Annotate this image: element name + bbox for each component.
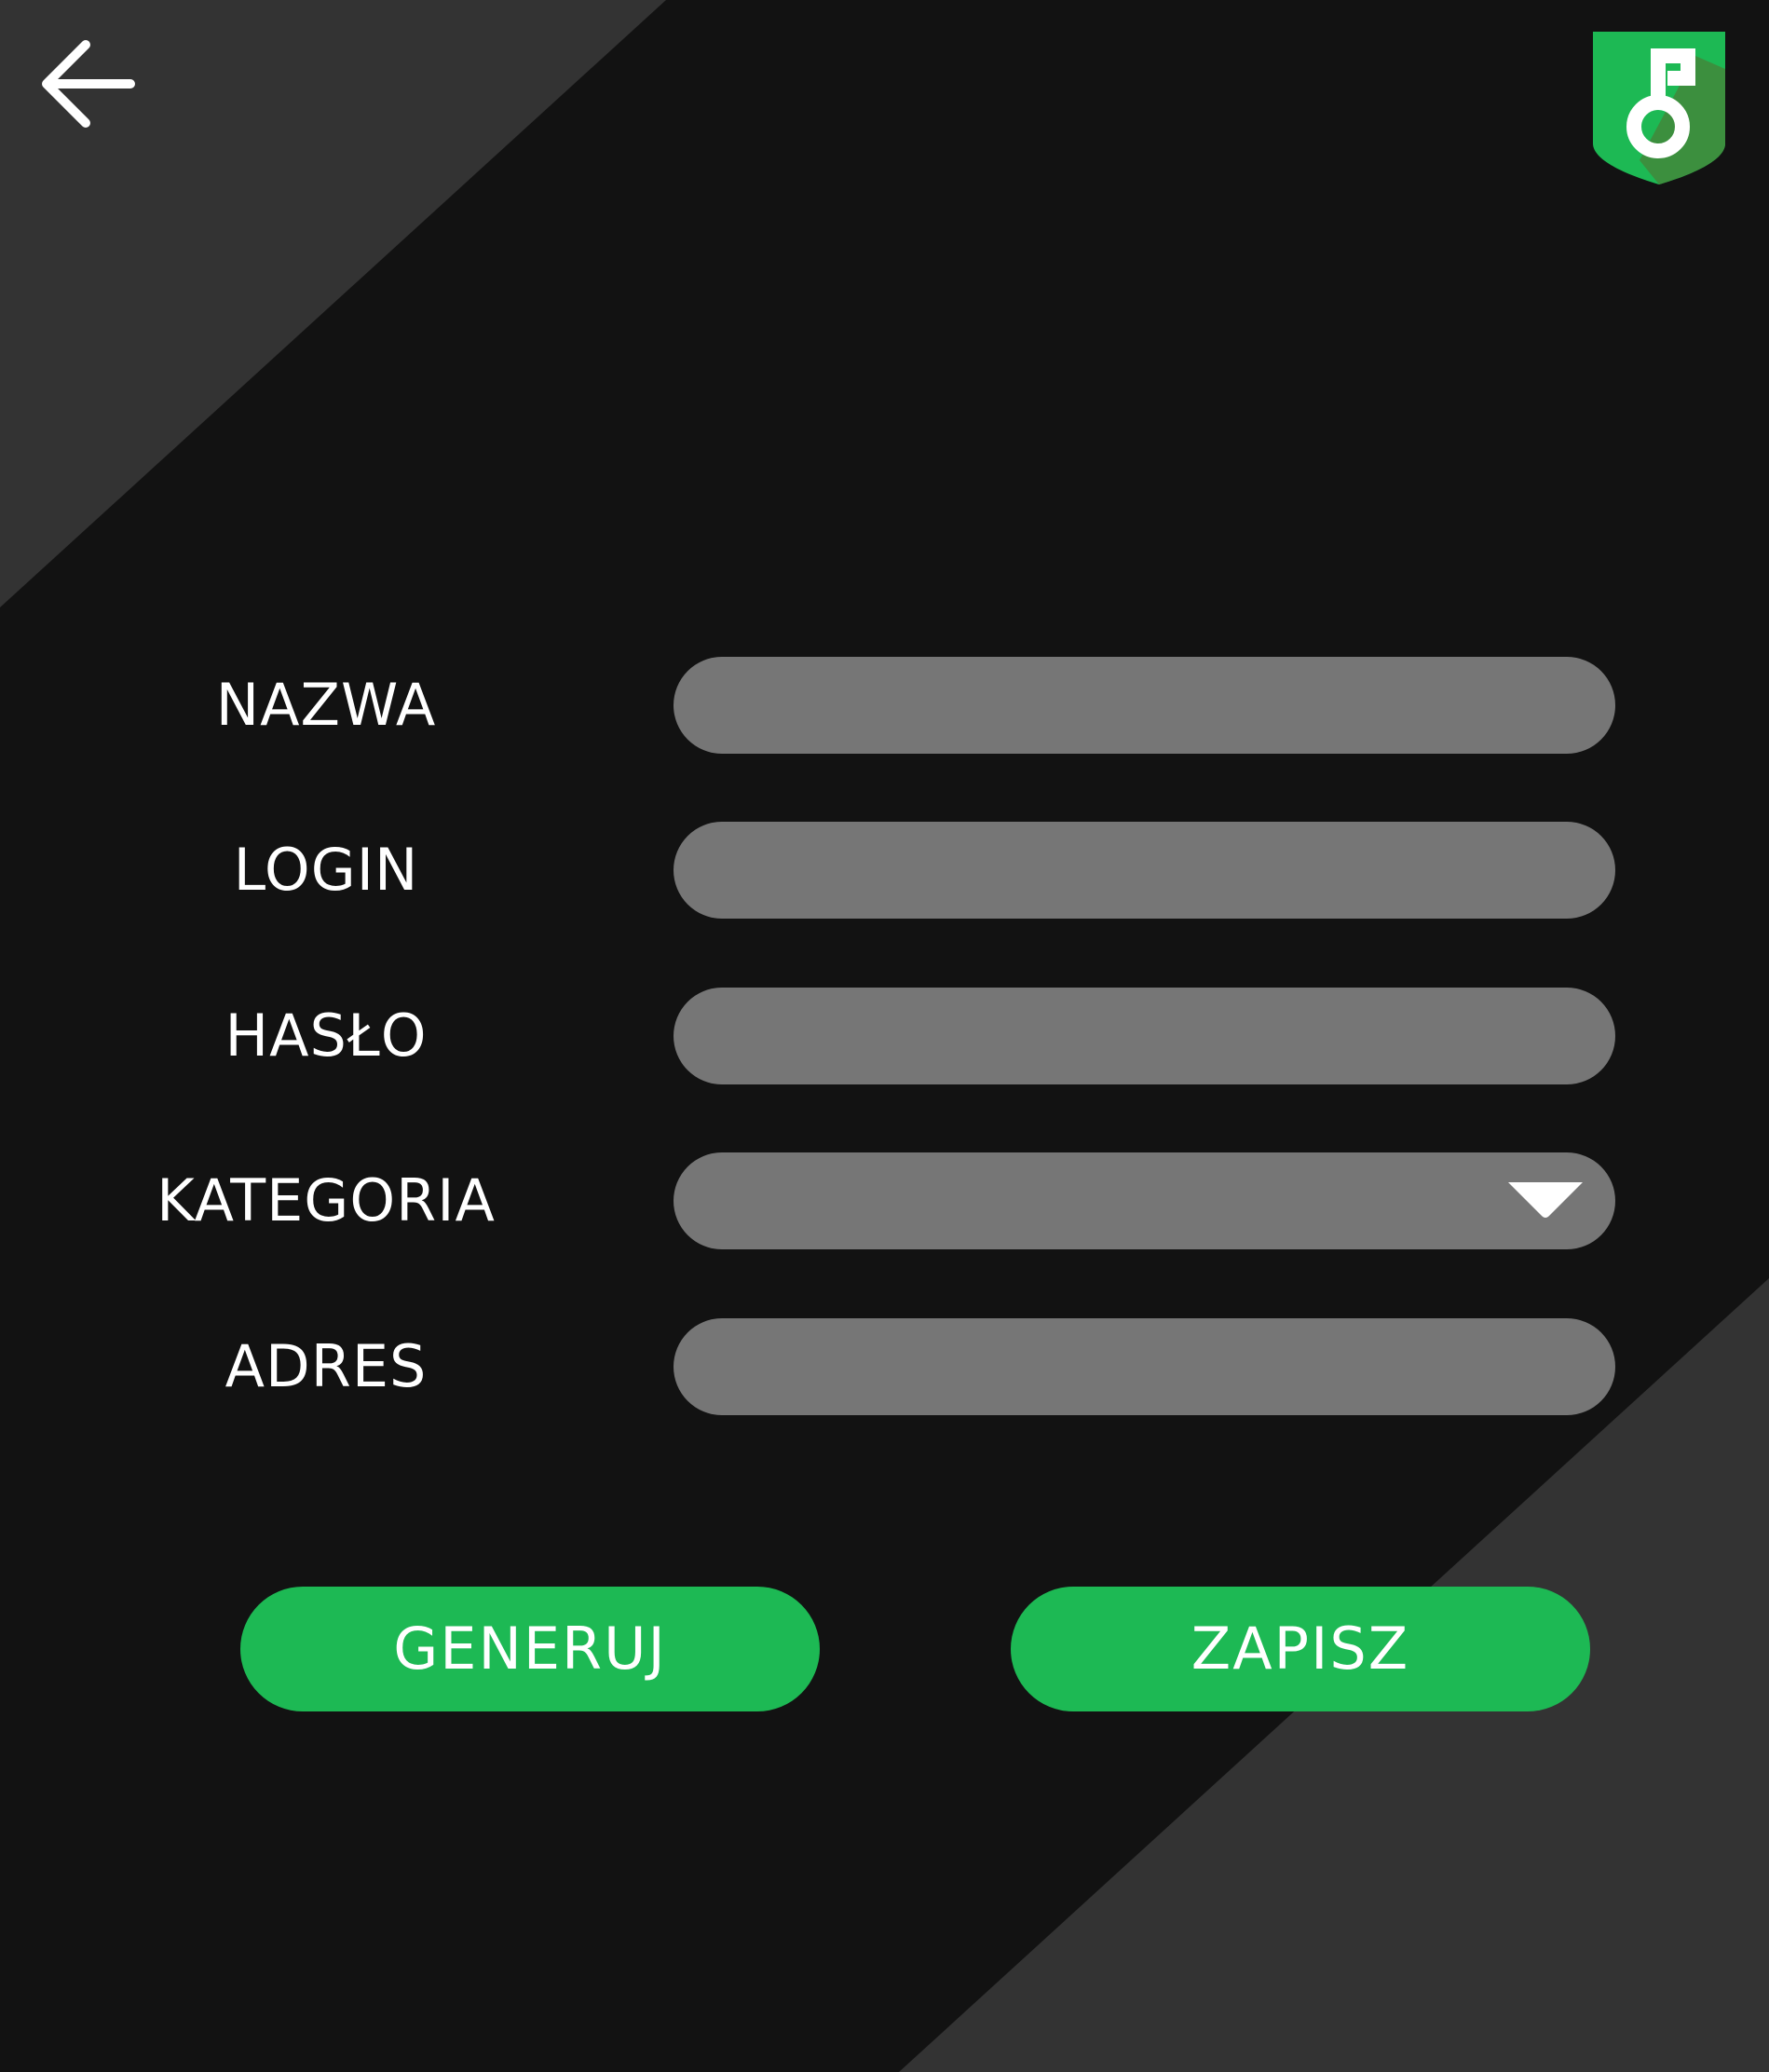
form-row-category: KATEGORIA xyxy=(0,1152,1769,1249)
form-row-address: ADRES xyxy=(0,1318,1769,1415)
save-button[interactable]: ZAPISZ xyxy=(1011,1587,1590,1711)
form-row-name: NAZWA xyxy=(0,657,1769,754)
form-row-login: LOGIN xyxy=(0,822,1769,919)
login-label: LOGIN xyxy=(233,836,419,904)
category-select[interactable] xyxy=(674,1152,1615,1249)
app-logo xyxy=(1591,30,1727,186)
generate-button[interactable]: GENERUJ xyxy=(240,1587,820,1711)
address-input[interactable] xyxy=(674,1318,1615,1415)
password-label: HASŁO xyxy=(225,1002,428,1070)
name-label: NAZWA xyxy=(215,671,437,739)
arrow-left-icon xyxy=(42,40,135,128)
triangle-down-icon xyxy=(1508,1182,1583,1218)
shield-key-icon xyxy=(1593,32,1725,184)
form-row-password: HASŁO xyxy=(0,988,1769,1084)
back-button[interactable] xyxy=(28,28,149,140)
password-input[interactable] xyxy=(674,988,1615,1084)
add-entry-screen: NAZWA LOGIN HASŁO KATEGORIA ADRES GENERU… xyxy=(0,0,1769,2072)
category-label: KATEGORIA xyxy=(156,1166,496,1234)
name-input[interactable] xyxy=(674,657,1615,754)
login-input[interactable] xyxy=(674,822,1615,919)
address-label: ADRES xyxy=(225,1332,428,1400)
